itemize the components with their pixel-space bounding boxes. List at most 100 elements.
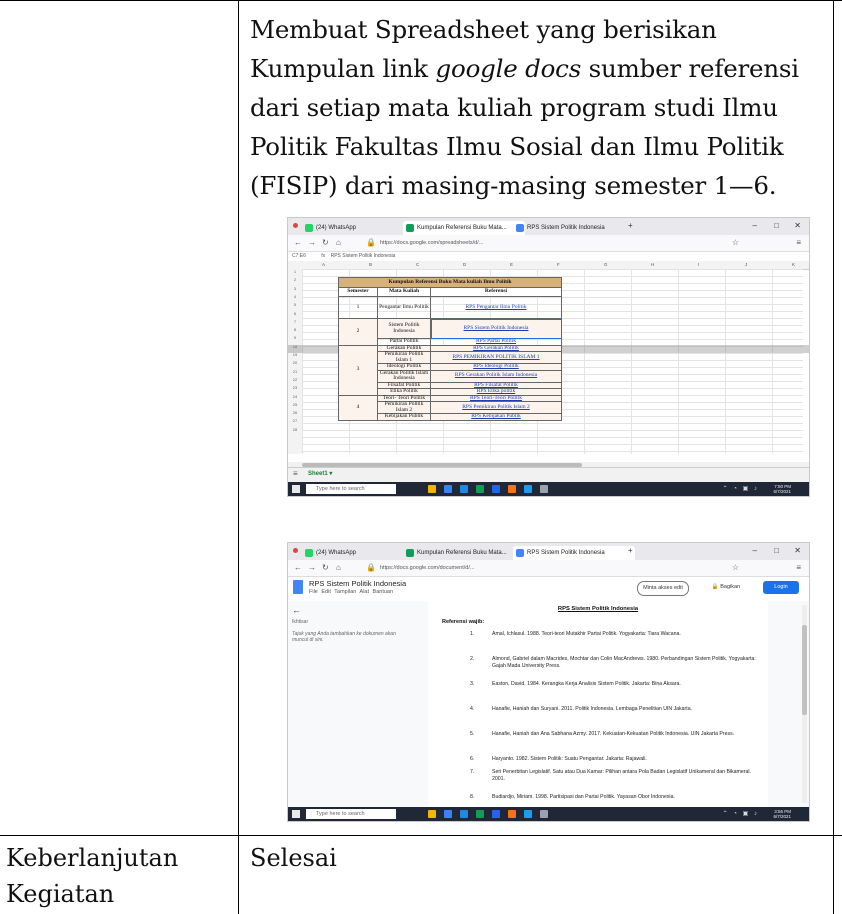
mail-icon[interactable] <box>492 810 500 818</box>
row-header[interactable]: 24 <box>288 394 302 399</box>
row-header[interactable]: 21 <box>288 369 302 374</box>
column-header[interactable]: B <box>369 261 372 269</box>
reference-link[interactable]: RPS Gerakan Politik Islam Indonesia <box>430 369 562 383</box>
url-input[interactable]: https://docs.google.com/document/d/... <box>380 563 474 573</box>
close-icon[interactable]: ✕ <box>794 221 801 230</box>
share-button[interactable]: 🔒 Bagikan <box>703 581 749 594</box>
row-header[interactable]: 7 <box>288 319 302 324</box>
app-icon[interactable] <box>476 810 484 818</box>
column-header[interactable]: C <box>416 261 419 269</box>
column-header[interactable]: D <box>463 261 466 269</box>
sheet-tab[interactable]: Sheet1 ▾ <box>308 470 332 477</box>
course-cell[interactable]: Pengantar Ilmu Politik <box>377 296 431 319</box>
file-explorer-icon[interactable] <box>428 810 436 818</box>
reference-link[interactable]: RPS Pengantar Ilmu Politik <box>430 296 562 319</box>
column-header[interactable]: E <box>510 261 513 269</box>
back-arrow-icon[interactable]: ← <box>292 605 402 615</box>
store-icon[interactable] <box>460 810 468 818</box>
row-header[interactable]: 6 <box>288 311 302 316</box>
home-icon[interactable]: ⌂ <box>336 563 341 572</box>
cell-reference[interactable]: C7:E6 <box>292 253 306 259</box>
home-icon[interactable]: ⌂ <box>336 238 341 247</box>
row-header[interactable]: 2 <box>288 277 302 282</box>
system-tray[interactable]: ⌃ ◔ ▣ ♪ <box>723 810 759 817</box>
reference-link[interactable]: RPS Pemikiran Politik Islam 2 <box>430 401 562 414</box>
app-icon[interactable] <box>524 485 532 493</box>
semester-cell[interactable]: 4 <box>338 394 378 421</box>
column-header[interactable]: H <box>651 261 654 269</box>
row-header[interactable]: 27 <box>288 418 302 423</box>
row-header[interactable]: 5 <box>288 302 302 307</box>
mail-icon[interactable] <box>492 485 500 493</box>
browser-tab[interactable]: RPS Sistem Politik Indonesia <box>513 221 635 235</box>
back-icon[interactable]: ← <box>294 238 302 247</box>
maximize-icon[interactable]: □ <box>774 221 779 230</box>
row-header[interactable]: 23 <box>288 385 302 390</box>
edge-icon[interactable] <box>444 485 452 493</box>
document-page[interactable]: RPS Sistem Politik Indonesia Referensi w… <box>428 601 768 807</box>
request-edit-button[interactable]: Minta akses edit <box>637 581 689 596</box>
document-title[interactable]: RPS Sistem Politik Indonesia <box>309 579 406 588</box>
column-header[interactable]: F <box>557 261 560 269</box>
new-tab-icon[interactable]: + <box>628 546 633 555</box>
semester-cell[interactable]: 2 <box>338 318 378 346</box>
row-header[interactable]: 25 <box>288 402 302 407</box>
vertical-scrollbar[interactable] <box>802 605 807 803</box>
row-header[interactable]: 8 <box>288 327 302 332</box>
all-sheets-icon[interactable]: ≡ <box>293 469 298 478</box>
login-button[interactable]: Login <box>763 581 799 594</box>
docs-logo-icon[interactable] <box>293 580 303 594</box>
back-icon[interactable]: ← <box>294 563 302 572</box>
windows-start-icon[interactable] <box>292 485 300 493</box>
docs-menu[interactable]: File Edit Tampilan Alat Bantuan <box>309 589 393 595</box>
browser-tab[interactable]: Kumpulan Referensi Buku Mata... <box>403 546 525 560</box>
minimize-icon[interactable]: – <box>753 221 757 230</box>
url-input[interactable]: https://docs.google.com/spreadsheets/d/.… <box>380 238 483 248</box>
column-header[interactable]: J <box>745 261 747 269</box>
settings-icon[interactable] <box>540 485 548 493</box>
course-cell[interactable]: Pemikiran Politik Islam 1 <box>377 351 431 364</box>
course-cell[interactable]: Gerakan Politik Islam Indonesia <box>377 369 431 383</box>
course-cell[interactable]: Pemikiran Politik Islam 2 <box>377 401 431 414</box>
firefox-icon[interactable] <box>508 810 516 818</box>
column-header[interactable]: A <box>322 261 325 269</box>
app-icon[interactable] <box>476 485 484 493</box>
bookmark-icon[interactable]: ☆ <box>732 238 739 247</box>
taskbar-search[interactable]: Type here to search <box>306 484 396 494</box>
reference-link[interactable]: RPS Sistem Politik Indonesia <box>430 318 562 339</box>
maximize-icon[interactable]: □ <box>774 546 779 555</box>
row-header[interactable]: 9 <box>288 335 302 340</box>
forward-icon[interactable]: → <box>308 238 316 247</box>
row-header[interactable]: 1 <box>288 269 302 274</box>
taskbar-search[interactable]: Type here to search <box>306 809 396 819</box>
course-cell[interactable]: Sistem Politik Indonesia <box>377 318 431 339</box>
file-explorer-icon[interactable] <box>428 485 436 493</box>
browser-tab[interactable]: (24) WhatsApp <box>302 546 416 560</box>
browser-tab[interactable]: (24) WhatsApp <box>302 221 416 235</box>
menu-icon[interactable]: ≡ <box>796 563 801 572</box>
minimize-icon[interactable]: – <box>753 546 757 555</box>
store-icon[interactable] <box>460 485 468 493</box>
reference-link[interactable]: RPS PEMIKIRAN POLITIK ISLAM 1 <box>430 351 562 364</box>
column-header[interactable]: I <box>698 261 699 269</box>
browser-tab-active[interactable]: Kumpulan Referensi Buku Mata... <box>403 221 525 235</box>
row-header[interactable]: 28 <box>288 427 302 432</box>
bookmark-icon[interactable]: ☆ <box>732 563 739 572</box>
settings-icon[interactable] <box>540 810 548 818</box>
row-header[interactable]: 20 <box>288 360 302 365</box>
column-header[interactable]: K <box>792 261 795 269</box>
semester-cell[interactable]: 1 <box>338 296 378 319</box>
reload-icon[interactable]: ↻ <box>322 238 329 247</box>
new-tab-icon[interactable]: + <box>628 221 633 230</box>
column-header[interactable]: G <box>604 261 608 269</box>
windows-start-icon[interactable] <box>292 810 300 818</box>
edge-icon[interactable] <box>444 810 452 818</box>
course-cell[interactable]: Kebijakan Publik <box>377 413 431 421</box>
system-tray[interactable]: ⌃ ◔ ▣ ♪ <box>723 485 759 492</box>
row-header[interactable]: 3 <box>288 286 302 291</box>
reload-icon[interactable]: ↻ <box>322 563 329 572</box>
app-icon[interactable] <box>524 810 532 818</box>
row-header[interactable]: 26 <box>288 410 302 415</box>
forward-icon[interactable]: → <box>308 563 316 572</box>
row-header[interactable]: 22 <box>288 377 302 382</box>
